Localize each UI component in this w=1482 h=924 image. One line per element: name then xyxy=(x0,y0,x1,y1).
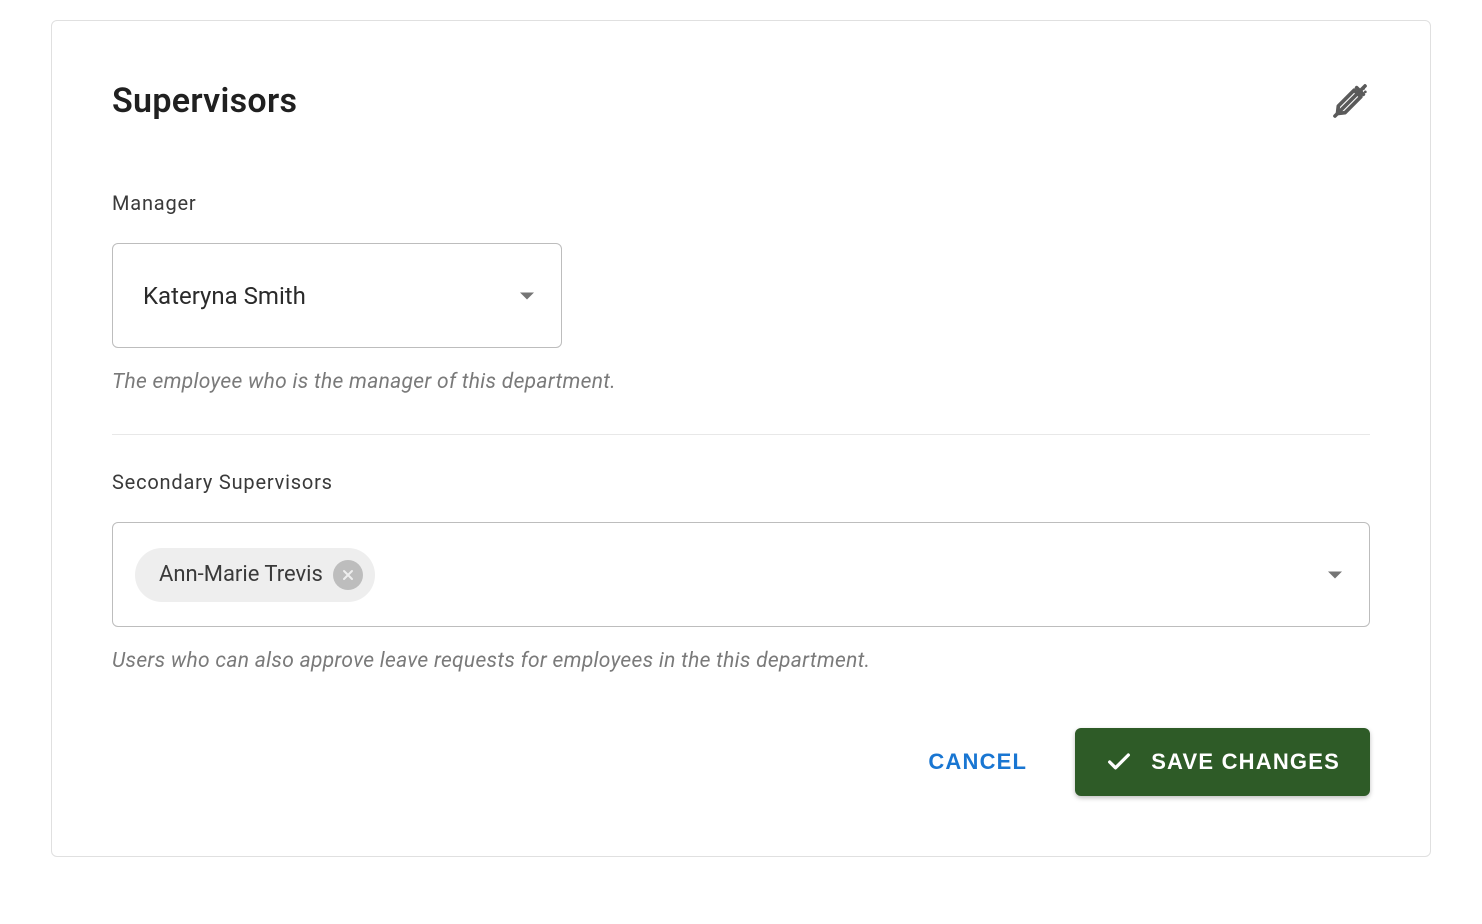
cancel-button[interactable]: CANCEL xyxy=(920,733,1035,791)
secondary-select[interactable]: Ann-Marie Trevis xyxy=(112,522,1370,627)
manager-field-group: Manager Kateryna Smith The employee who … xyxy=(112,191,1370,394)
manager-label: Manager xyxy=(112,191,1370,215)
manager-select[interactable]: Kateryna Smith xyxy=(112,243,562,348)
save-button-label: SAVE CHANGES xyxy=(1151,749,1340,775)
save-changes-button[interactable]: SAVE CHANGES xyxy=(1075,728,1370,796)
chip-label: Ann-Marie Trevis xyxy=(159,562,323,587)
secondary-help-text: Users who can also approve leave request… xyxy=(112,649,1370,673)
chip-remove-icon[interactable] xyxy=(333,560,363,590)
secondary-label: Secondary Supervisors xyxy=(112,470,1370,494)
edit-disabled-icon[interactable] xyxy=(1330,81,1370,121)
check-icon xyxy=(1105,748,1133,776)
supervisors-card: Supervisors Manager Kateryna Smith The e… xyxy=(51,20,1431,857)
secondary-field-group: Secondary Supervisors Ann-Marie Trevis U… xyxy=(112,470,1370,673)
divider xyxy=(112,434,1370,435)
manager-help-text: The employee who is the manager of this … xyxy=(112,370,1370,394)
chevron-down-icon xyxy=(1328,571,1342,578)
chevron-down-icon xyxy=(520,292,534,299)
secondary-select-input: Ann-Marie Trevis xyxy=(112,522,1370,627)
card-title: Supervisors xyxy=(112,81,297,121)
card-header: Supervisors xyxy=(112,81,1370,121)
actions-row: CANCEL SAVE CHANGES xyxy=(112,728,1370,796)
chip: Ann-Marie Trevis xyxy=(135,548,375,602)
manager-select-value: Kateryna Smith xyxy=(112,243,562,348)
